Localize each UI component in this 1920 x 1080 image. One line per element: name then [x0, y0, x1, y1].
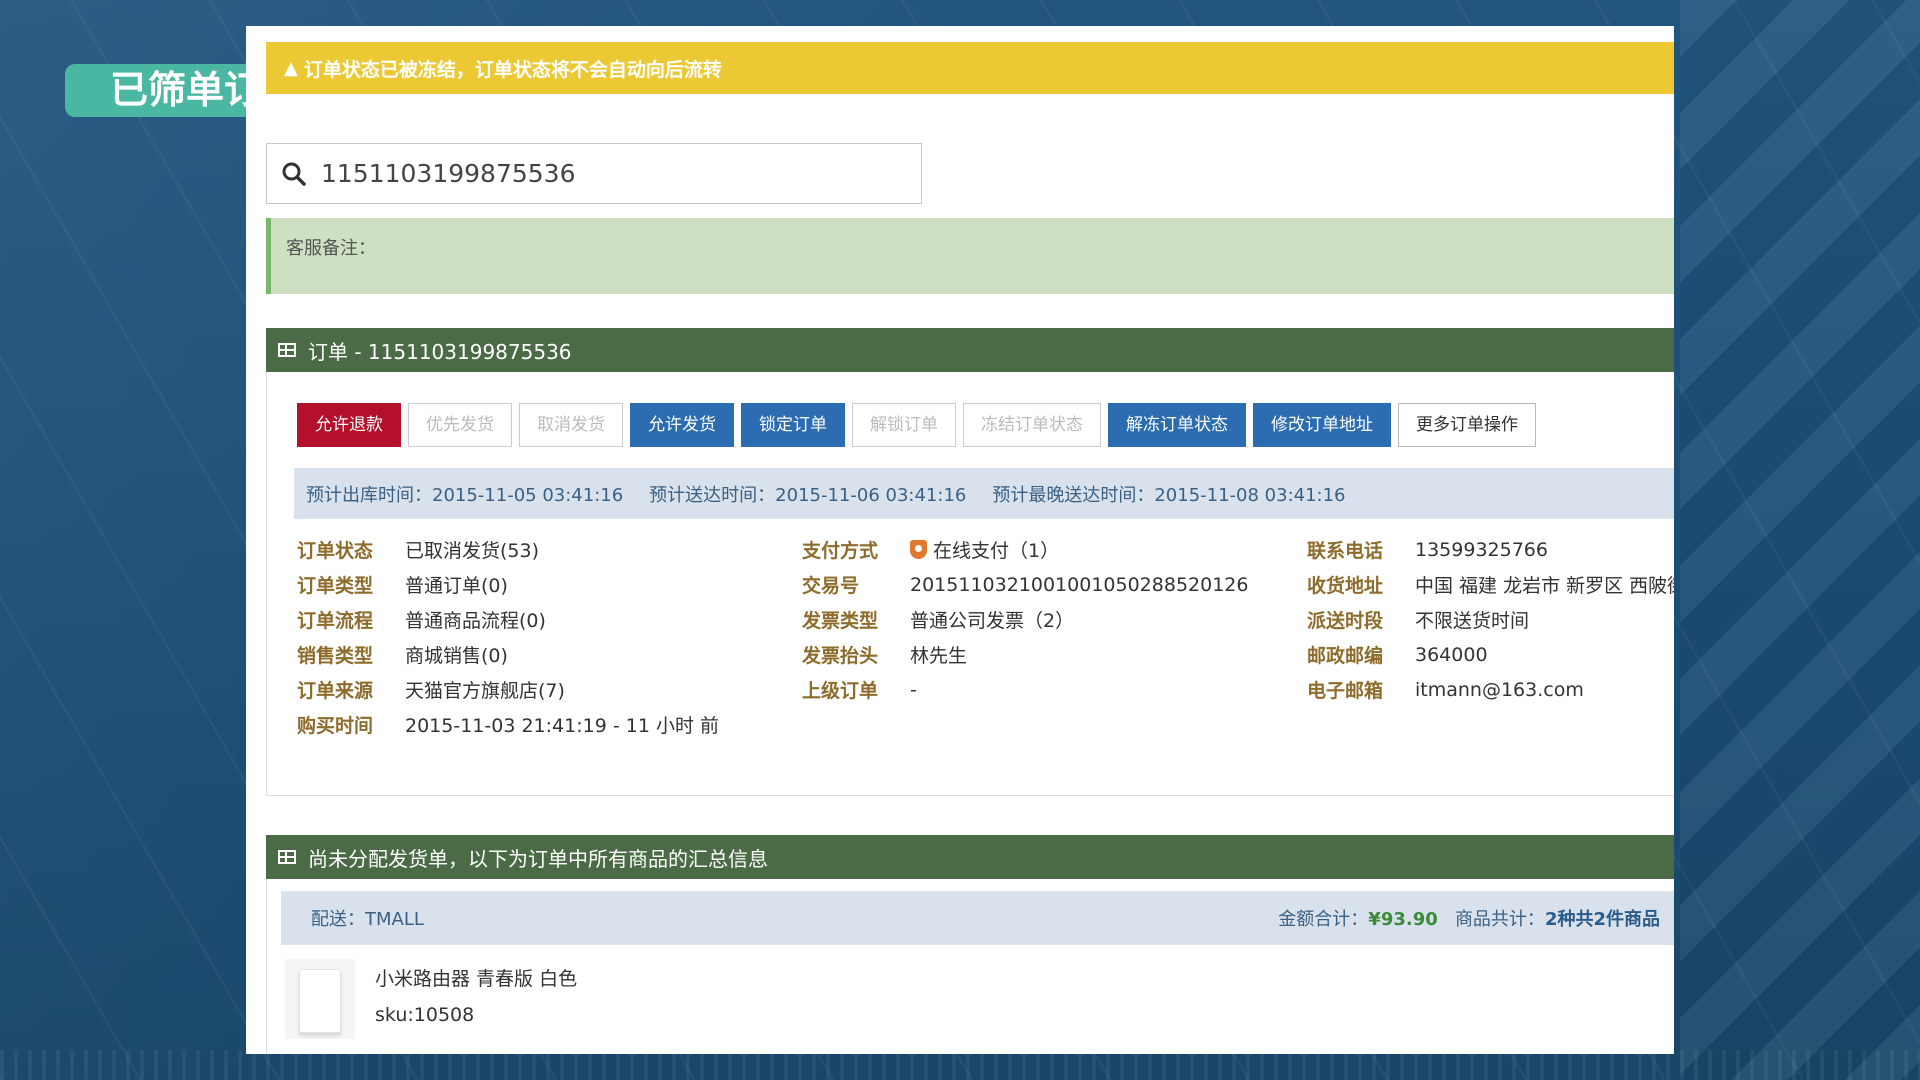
note-label: 客服备注： [286, 238, 376, 259]
product-name[interactable]: 小米路由器 青春版 白色 [375, 959, 577, 996]
info-row: 订单来源 天猫官方旗舰店(7) [297, 672, 719, 707]
info-value: 普通订单(0) [405, 575, 508, 597]
info-key: 订单状态 [297, 540, 374, 562]
background-pattern [1680, 0, 1920, 1080]
info-row: 订单流程 普通商品流程(0) [297, 602, 719, 637]
shipment-panel-header: 尚未分配发货单，以下为订单中所有商品的汇总信息 [266, 835, 1674, 879]
info-row: 电子邮箱 itmann@163.com [1307, 672, 1674, 707]
amount-label: 金额合计： [1278, 909, 1369, 930]
info-row: 订单类型 普通订单(0) [297, 567, 719, 602]
info-key: 收货地址 [1307, 575, 1384, 597]
search-icon [282, 162, 306, 186]
order-panel-header: 订单 - 1151103199875536 [266, 328, 1674, 372]
info-value: 天猫官方旗舰店(7) [405, 680, 565, 702]
count-label: 商品共计： [1454, 909, 1545, 930]
info-row: 派送时段 不限送货时间 [1307, 602, 1674, 637]
info-value: 已取消发货(53) [405, 540, 540, 562]
order-panel-title: 订单 - 1151103199875536 [308, 339, 572, 364]
info-row: 上级订单 - [802, 672, 1248, 707]
customer-service-note: 客服备注： [266, 218, 1674, 294]
info-value: 商城销售(0) [405, 645, 508, 667]
item-count: 2种共2件商品 [1544, 909, 1660, 930]
table-icon [278, 850, 296, 864]
warning-icon: ▲ [284, 57, 298, 79]
info-value: 364000 [1415, 643, 1488, 666]
info-value: 13599325766 [1415, 538, 1548, 561]
info-row: 销售类型 商城销售(0) [297, 637, 719, 672]
info-key: 电子邮箱 [1307, 680, 1384, 702]
cancel-ship-button[interactable]: 取消发货 [519, 403, 623, 447]
unfreeze-status-button[interactable]: 解冻订单状态 [1108, 403, 1246, 447]
product-thumbnail[interactable] [285, 959, 355, 1039]
shipment-panel-title: 尚未分配发货单，以下为订单中所有商品的汇总信息 [308, 846, 768, 871]
info-row: 发票抬头 林先生 [802, 637, 1248, 672]
info-row: 邮政邮编 364000 [1307, 637, 1674, 672]
info-key: 交易号 [802, 575, 860, 597]
order-panel: 允许退款 优先发货 取消发货 允许发货 锁定订单 解锁订单 冻结订单状态 解冻订… [266, 372, 1674, 796]
alipay-icon [910, 540, 927, 559]
info-key: 派送时段 [1307, 610, 1384, 632]
order-info-column-3: 联系电话 13599325766 收货地址 中国 福建 龙岩市 新罗区 西陂街道 派… [1307, 532, 1674, 707]
info-row: 支付方式 在线支付（1） [802, 532, 1248, 567]
info-key: 销售类型 [297, 645, 374, 667]
priority-ship-button[interactable]: 优先发货 [408, 403, 512, 447]
info-value: 不限送货时间 [1415, 610, 1530, 632]
info-key: 上级订单 [802, 680, 879, 702]
estimated-times-bar: 预计出库时间：2015-11-05 03:41:16 预计送达时间：2015-1… [294, 468, 1674, 519]
info-value: 在线支付（1） [910, 536, 1059, 563]
order-summary: 金额合计：¥93.90 商品共计：2种共2件商品 [1278, 905, 1660, 931]
frozen-warning-banner: ▲ 订单状态已被冻结，订单状态将不会自动向后流转 [266, 42, 1674, 94]
info-key: 发票类型 [802, 610, 879, 632]
unlock-order-button[interactable]: 解锁订单 [852, 403, 956, 447]
info-value: 2015110321001001050288520126 [910, 573, 1249, 596]
info-value: 普通公司发票（2） [910, 610, 1075, 632]
product-item: 小米路由器 青春版 白色 sku:10508 [285, 959, 577, 1039]
info-key: 支付方式 [802, 540, 879, 562]
info-row: 发票类型 普通公司发票（2） [802, 602, 1248, 637]
latest-delivery-time: 预计最晚送达时间：2015-11-08 03:41:16 [992, 484, 1346, 506]
allow-refund-button[interactable]: 允许退款 [297, 403, 401, 447]
info-row: 购买时间 2015-11-03 21:41:19 - 11 小时 前 [297, 707, 719, 742]
amount-total: ¥93.90 [1368, 909, 1438, 930]
search-input[interactable] [321, 159, 881, 188]
info-value: 2015-11-03 21:41:19 - 11 小时 前 [405, 715, 719, 737]
screenshot-window: ▲ 订单状态已被冻结，订单状态将不会自动向后流转 客服备注： 订单 - 1151… [246, 26, 1674, 1054]
info-key: 邮政邮编 [1307, 645, 1384, 667]
info-value: itmann@163.com [1415, 678, 1584, 701]
info-value: 中国 福建 龙岩市 新罗区 西陂街道 [1415, 575, 1674, 597]
more-actions-button[interactable]: 更多订单操作 [1398, 403, 1536, 447]
info-key: 订单类型 [297, 575, 374, 597]
shipment-panel: 配送：TMALL 金额合计：¥93.90 商品共计：2种共2件商品 小米路由器 … [266, 879, 1674, 1054]
info-value: 普通商品流程(0) [405, 610, 546, 632]
estimated-delivery-time: 预计送达时间：2015-11-06 03:41:16 [649, 484, 967, 506]
carrier-label: 配送：TMALL [311, 909, 424, 930]
order-info-column-1: 订单状态 已取消发货(53) 订单类型 普通订单(0) 订单流程 普通商品流程(0) … [297, 532, 719, 742]
order-action-toolbar: 允许退款 优先发货 取消发货 允许发货 锁定订单 解锁订单 冻结订单状态 解冻订… [297, 403, 1536, 447]
info-row: 订单状态 已取消发货(53) [297, 532, 719, 567]
info-row: 联系电话 13599325766 [1307, 532, 1674, 567]
info-value: - [910, 678, 917, 701]
info-value: 林先生 [910, 645, 968, 667]
info-key: 联系电话 [1307, 540, 1384, 562]
info-row: 收货地址 中国 福建 龙岩市 新罗区 西陂街道 [1307, 567, 1674, 602]
product-sku: sku:10508 [375, 1003, 475, 1026]
edit-address-button[interactable]: 修改订单地址 [1253, 403, 1391, 447]
freeze-status-button[interactable]: 冻结订单状态 [963, 403, 1101, 447]
info-row: 交易号 2015110321001001050288520126 [802, 567, 1248, 602]
info-key: 购买时间 [297, 715, 374, 737]
info-key: 订单流程 [297, 610, 374, 632]
shipment-summary-bar: 配送：TMALL 金额合计：¥93.90 商品共计：2种共2件商品 [281, 891, 1674, 945]
table-icon [278, 343, 296, 357]
background-stripes [0, 1050, 1920, 1080]
order-info-column-2: 支付方式 在线支付（1） 交易号 2015110321001001050288520… [802, 532, 1248, 707]
allow-ship-button[interactable]: 允许发货 [630, 403, 734, 447]
payment-method: 在线支付（1） [933, 540, 1060, 562]
warning-text: 订单状态已被冻结，订单状态将不会自动向后流转 [303, 58, 722, 81]
order-search-box[interactable] [266, 143, 922, 204]
estimated-out-time: 预计出库时间：2015-11-05 03:41:16 [306, 484, 624, 506]
info-key: 订单来源 [297, 680, 374, 702]
product-info: 小米路由器 青春版 白色 sku:10508 [375, 959, 577, 1039]
lock-order-button[interactable]: 锁定订单 [741, 403, 845, 447]
info-key: 发票抬头 [802, 645, 879, 667]
